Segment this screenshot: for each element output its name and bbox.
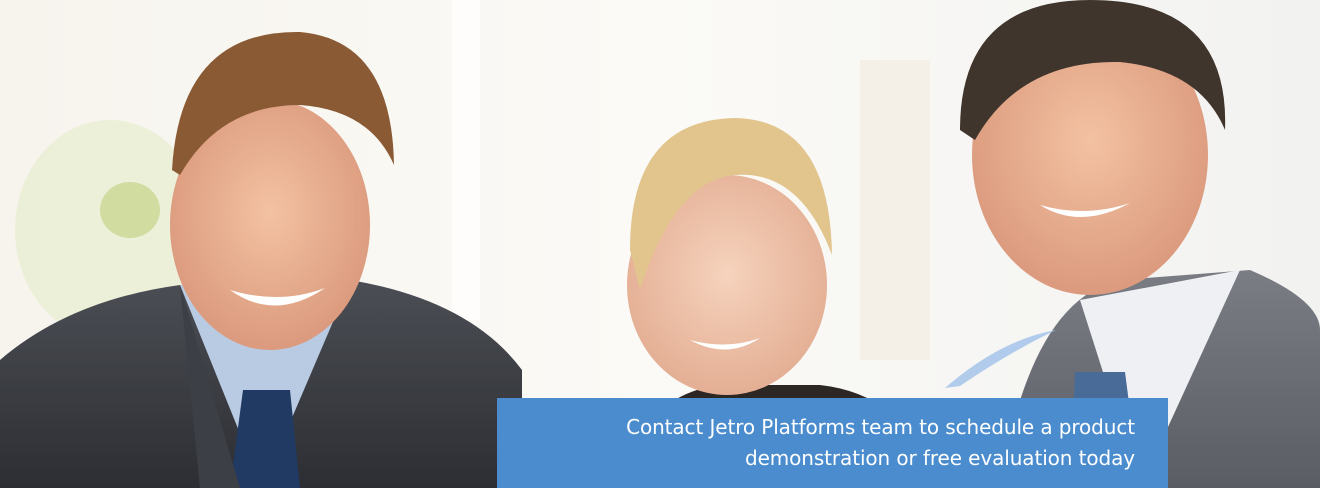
hero-banner: Contact Jetro Platforms team to schedule… [0,0,1320,488]
cta-line-2: demonstration or free evaluation today [744,446,1135,470]
contact-cta-button[interactable]: Contact Jetro Platforms team to schedule… [497,398,1168,488]
cta-line-1: Contact Jetro Platforms team to schedule… [626,415,1135,439]
